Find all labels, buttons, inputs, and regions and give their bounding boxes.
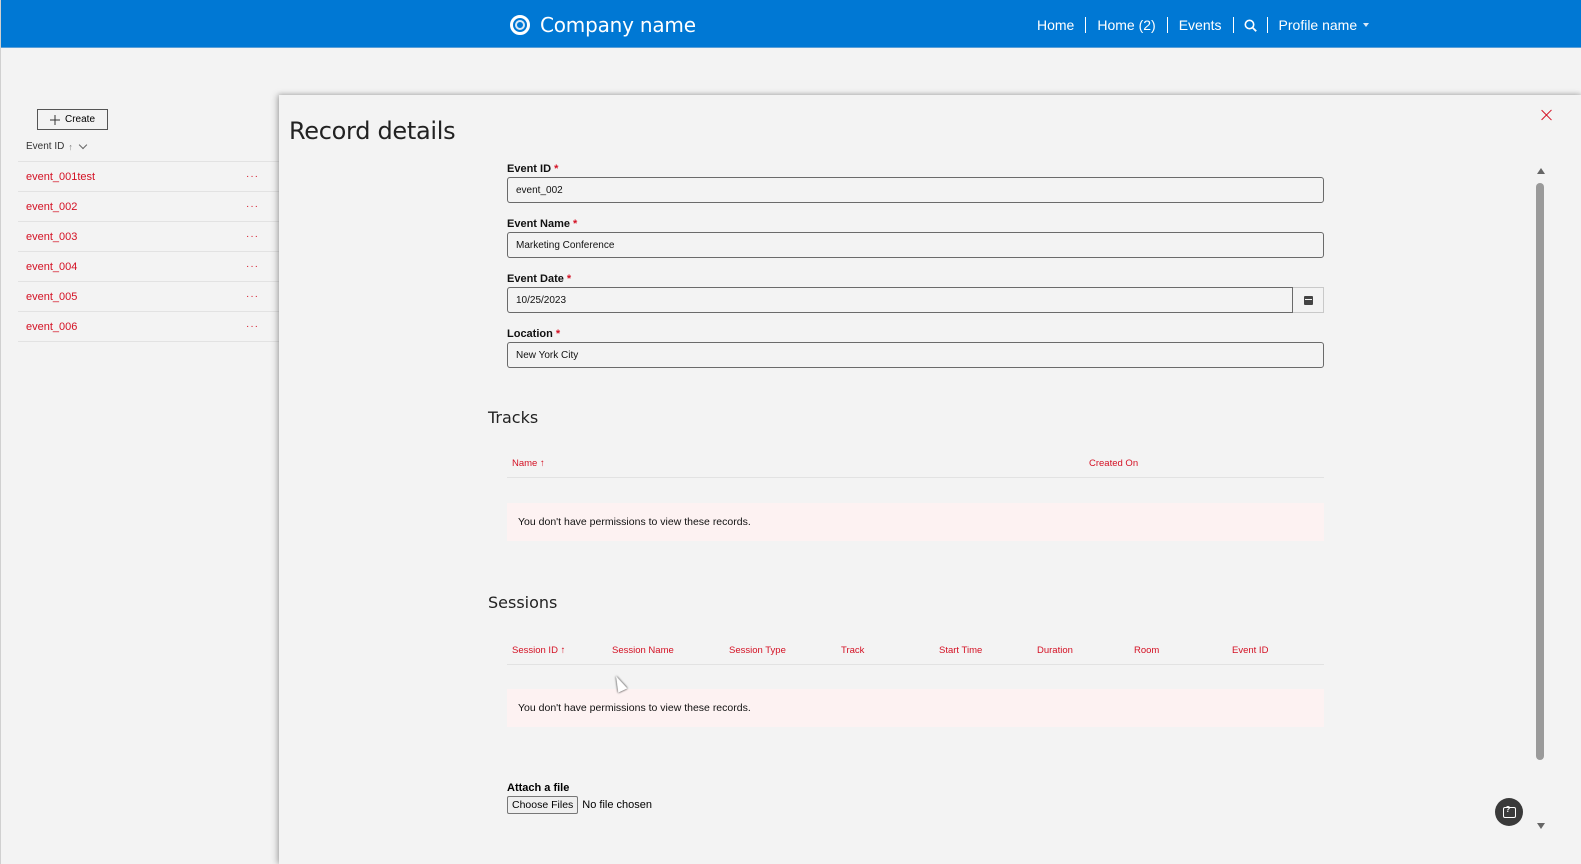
search-icon[interactable] [1234,17,1268,33]
event-id-label-text: Event ID [507,163,552,175]
chevron-down-icon [1363,23,1370,27]
company-logo-icon [510,15,530,35]
event-id-field[interactable]: event_002 [507,177,1324,203]
required-marker: * [566,273,572,285]
column-header-track[interactable]: Track [841,645,864,656]
list-item: event_005 ··· [18,282,279,312]
event-name-label: Event Name * [507,218,577,230]
calendar-icon [1303,295,1313,305]
scrollbar-thumb[interactable] [1536,183,1544,760]
file-input: Choose Files No file chosen [507,796,652,814]
nav-home[interactable]: Home [1027,17,1087,33]
event-date-label: Event Date * [507,273,571,285]
event-date-label-text: Event Date [507,273,564,285]
column-header-start-time[interactable]: Start Time [939,645,982,656]
scroll-down-arrow-icon[interactable] [1537,823,1545,829]
record-details-dialog: Record details Event ID * event_002 Even… [279,95,1581,864]
chevron-down-icon[interactable] [78,140,88,149]
column-header-session-type[interactable]: Session Type [729,645,786,656]
column-header-room[interactable]: Room [1134,645,1159,656]
required-marker: * [554,163,559,175]
event-name-label-text: Event Name [507,218,570,230]
list-item: event_003 ··· [18,222,279,252]
more-options-icon[interactable]: ··· [246,291,259,302]
column-header-duration[interactable]: Duration [1037,645,1073,656]
event-link[interactable]: event_002 [26,201,77,213]
attach-file-label: Attach a file [507,782,570,794]
more-options-icon[interactable]: ··· [246,171,259,182]
location-label-text: Location [507,328,553,340]
event-date-field[interactable]: 10/25/2023 [507,287,1293,313]
tracks-permission-message: You don't have permissions to view these… [507,503,1324,541]
tracks-grid-header: Name ↑ Created On [507,450,1324,478]
event-link[interactable]: event_006 [26,321,77,333]
app-page: Company name Home Home (2) Events Profil… [0,0,1581,864]
file-status: No file chosen [582,799,652,811]
column-header-event-id[interactable]: Event ID [1232,645,1268,656]
sessions-section-title: Sessions [488,593,558,612]
location-field[interactable]: New York City [507,342,1324,368]
help-chat-button[interactable] [1495,798,1523,826]
column-header-created-on[interactable]: Created On [1089,458,1138,469]
more-options-icon[interactable]: ··· [246,261,259,272]
sessions-permission-message: You don't have permissions to view these… [507,689,1324,727]
event-name-field[interactable]: Marketing Conference [507,232,1324,258]
search-icon-svg [1244,19,1257,32]
event-link[interactable]: event_005 [26,291,77,303]
event-link[interactable]: event_003 [26,231,77,243]
more-options-icon[interactable]: ··· [246,201,259,212]
create-label: Create [64,114,95,125]
list-item: event_002 ··· [18,192,279,222]
required-marker: * [573,218,578,230]
help-icon [1502,805,1516,818]
close-icon[interactable] [1540,108,1554,122]
main-nav: Home Home (2) Events Profile name [1027,15,1370,35]
profile-menu[interactable]: Profile name [1268,17,1370,33]
list-item: event_004 ··· [18,252,279,282]
date-picker-button[interactable] [1293,287,1324,313]
choose-files-button[interactable]: Choose Files [507,796,579,814]
column-header-session-id[interactable]: Session ID ↑ [512,645,565,656]
profile-name: Profile name [1278,17,1358,33]
column-header-name[interactable]: Name ↑ [512,458,545,469]
list-item: event_006 ··· [18,312,279,342]
event-link[interactable]: event_001test [26,171,95,183]
nav-home-2[interactable]: Home (2) [1086,17,1168,33]
column-header-event-id: Event ID [26,141,65,152]
column-header-session-name[interactable]: Session Name [612,645,674,656]
event-id-label: Event ID * [507,163,558,175]
event-list: event_001test ··· event_002 ··· event_00… [18,161,279,342]
create-button[interactable]: Create [37,109,108,130]
company-name: Company name [540,13,696,37]
plus-icon [49,114,60,125]
required-marker: * [555,328,561,340]
tracks-section-title: Tracks [488,408,539,427]
sort-ascending-icon: ↑ [68,141,73,152]
sessions-grid-header: Session ID ↑ Session Name Session Type T… [507,637,1324,665]
top-navigation-bar: Company name Home Home (2) Events Profil… [1,0,1581,48]
list-column-header[interactable]: Event ID ↑ [26,140,88,152]
more-options-icon[interactable]: ··· [246,321,259,332]
list-item: event_001test ··· [18,162,279,192]
scroll-up-arrow-icon[interactable] [1537,168,1545,174]
nav-events[interactable]: Events [1168,17,1234,33]
dialog-title: Record details [289,117,456,145]
location-label: Location * [507,328,560,340]
event-link[interactable]: event_004 [26,261,77,273]
brand[interactable]: Company name [510,13,696,37]
more-options-icon[interactable]: ··· [246,231,259,242]
